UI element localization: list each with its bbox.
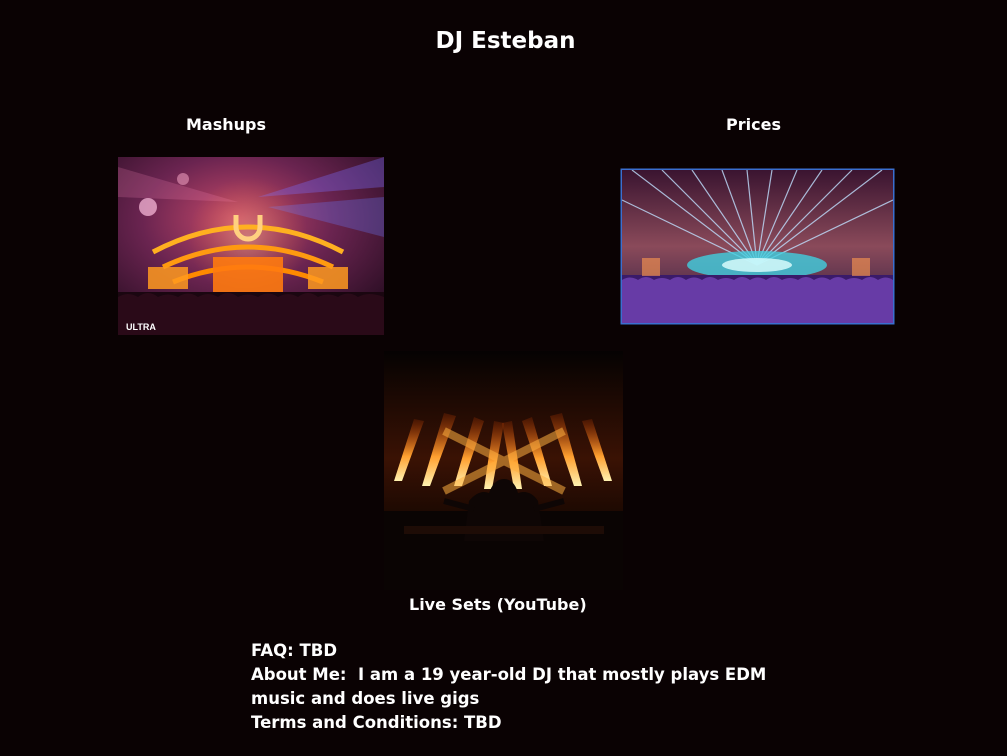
prices-laser-illustration [622,170,893,323]
live-sets-image[interactable] [384,351,623,590]
prices-image[interactable] [622,170,893,323]
about-me-text-line2: music and does live gigs [251,689,480,708]
faq-text: FAQ: TBD [251,641,338,660]
ultra-logo-text: ULTRA [126,322,156,332]
page-title: DJ Esteban [435,28,576,54]
page: DJ Esteban Mashups Prices ULTRA Live Set… [0,0,1007,756]
mashups-link[interactable]: Mashups [186,115,266,134]
info-section: FAQ: TBD About Me: I am a 19 year-old DJ… [251,639,771,735]
mashups-stage-illustration: ULTRA [118,157,384,335]
live-sets-link[interactable]: Live Sets (YouTube) [409,595,587,614]
live-sets-flames-illustration [384,351,623,590]
terms-text: Terms and Conditions: TBD [251,713,502,732]
about-me-text-line1: About Me: I am a 19 year-old DJ that mos… [251,665,767,684]
mashups-image[interactable]: ULTRA [118,157,384,335]
prices-link[interactable]: Prices [726,115,781,134]
